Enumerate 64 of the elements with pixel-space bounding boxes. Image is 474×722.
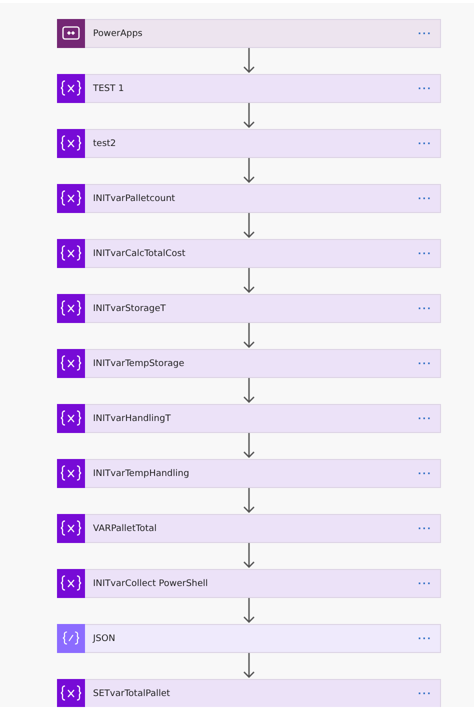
- more-options-button[interactable]: ···: [418, 632, 440, 644]
- arrow-connector: [243, 433, 255, 459]
- arrow-connector: [243, 488, 255, 514]
- flow-step-card[interactable]: INITvarCollect PowerShell ···: [57, 569, 441, 598]
- variable-icon: [60, 410, 82, 426]
- variable-icon: [60, 190, 82, 206]
- more-options-button[interactable]: ···: [418, 358, 440, 370]
- variable-icon: [60, 135, 82, 151]
- flow-step-card[interactable]: SETvarTotalPallet ···: [57, 679, 441, 707]
- step-title: INITvarHandlingT: [93, 414, 172, 424]
- variable-icon: [60, 245, 82, 261]
- step-title: test2: [93, 138, 118, 148]
- arrow-connector: [243, 653, 255, 679]
- step-title: VARPalletTotal: [93, 524, 158, 534]
- variable-icon: [60, 80, 82, 96]
- arrow-connector: [243, 158, 255, 184]
- json-icon: [62, 631, 80, 645]
- more-options-button[interactable]: ···: [418, 522, 440, 534]
- more-options-button[interactable]: ···: [418, 138, 440, 150]
- step-title: INITvarTempHandling: [93, 468, 190, 478]
- variable-icon: [60, 520, 82, 536]
- flow-step-card[interactable]: VARPalletTotal ···: [57, 514, 441, 543]
- more-options-button[interactable]: ···: [418, 412, 440, 424]
- more-options-button[interactable]: ···: [418, 28, 440, 40]
- flow-step-card[interactable]: PowerApps ···: [57, 19, 441, 48]
- step-title: SETvarTotalPallet: [93, 688, 172, 698]
- more-options-button[interactable]: ···: [418, 468, 440, 480]
- step-title: INITvarCalcTotalCost: [93, 248, 186, 258]
- powerapps-icon: [62, 26, 80, 40]
- arrow-connector: [243, 103, 255, 129]
- variable-icon: [60, 575, 82, 591]
- flow-step-card[interactable]: JSON ···: [57, 624, 441, 653]
- flow-step-card[interactable]: INITvarTempHandling ···: [57, 459, 441, 488]
- variable-icon: [60, 465, 82, 481]
- flow-step-card[interactable]: INITvarPalletcount ···: [57, 184, 441, 213]
- arrow-connector: [243, 543, 255, 569]
- flow-step-card[interactable]: INITvarHandlingT ···: [57, 404, 441, 433]
- variable-icon: [60, 685, 82, 701]
- more-options-button[interactable]: ···: [418, 302, 440, 314]
- step-title: PowerApps: [93, 28, 144, 38]
- arrow-connector: [243, 378, 255, 404]
- arrow-connector: [243, 598, 255, 624]
- more-options-button[interactable]: ···: [418, 688, 440, 700]
- step-title: INITvarCollect PowerShell: [93, 578, 209, 588]
- step-title: INITvarStorageT: [93, 304, 167, 314]
- flow-step-card[interactable]: INITvarCalcTotalCost ···: [57, 239, 441, 268]
- variable-icon: [60, 300, 82, 316]
- flow-step-card[interactable]: TEST 1 ···: [57, 74, 441, 103]
- step-title: INITvarTempStorage: [93, 358, 186, 368]
- more-options-button[interactable]: ···: [418, 192, 440, 204]
- more-options-button[interactable]: ···: [418, 248, 440, 260]
- arrow-connector: [243, 323, 255, 349]
- step-title: TEST 1: [93, 84, 125, 94]
- flow-step-card[interactable]: test2 ···: [57, 129, 441, 158]
- more-options-button[interactable]: ···: [418, 578, 440, 590]
- step-title: JSON: [93, 634, 116, 644]
- flow-step-card[interactable]: INITvarStorageT ···: [57, 294, 441, 323]
- arrow-connector: [243, 213, 255, 239]
- arrow-connector: [243, 268, 255, 294]
- arrow-connector: [243, 48, 255, 74]
- more-options-button[interactable]: ···: [418, 82, 440, 94]
- variable-icon: [60, 355, 82, 371]
- step-title: INITvarPalletcount: [93, 194, 176, 204]
- flow-step-card[interactable]: INITvarTempStorage ···: [57, 349, 441, 378]
